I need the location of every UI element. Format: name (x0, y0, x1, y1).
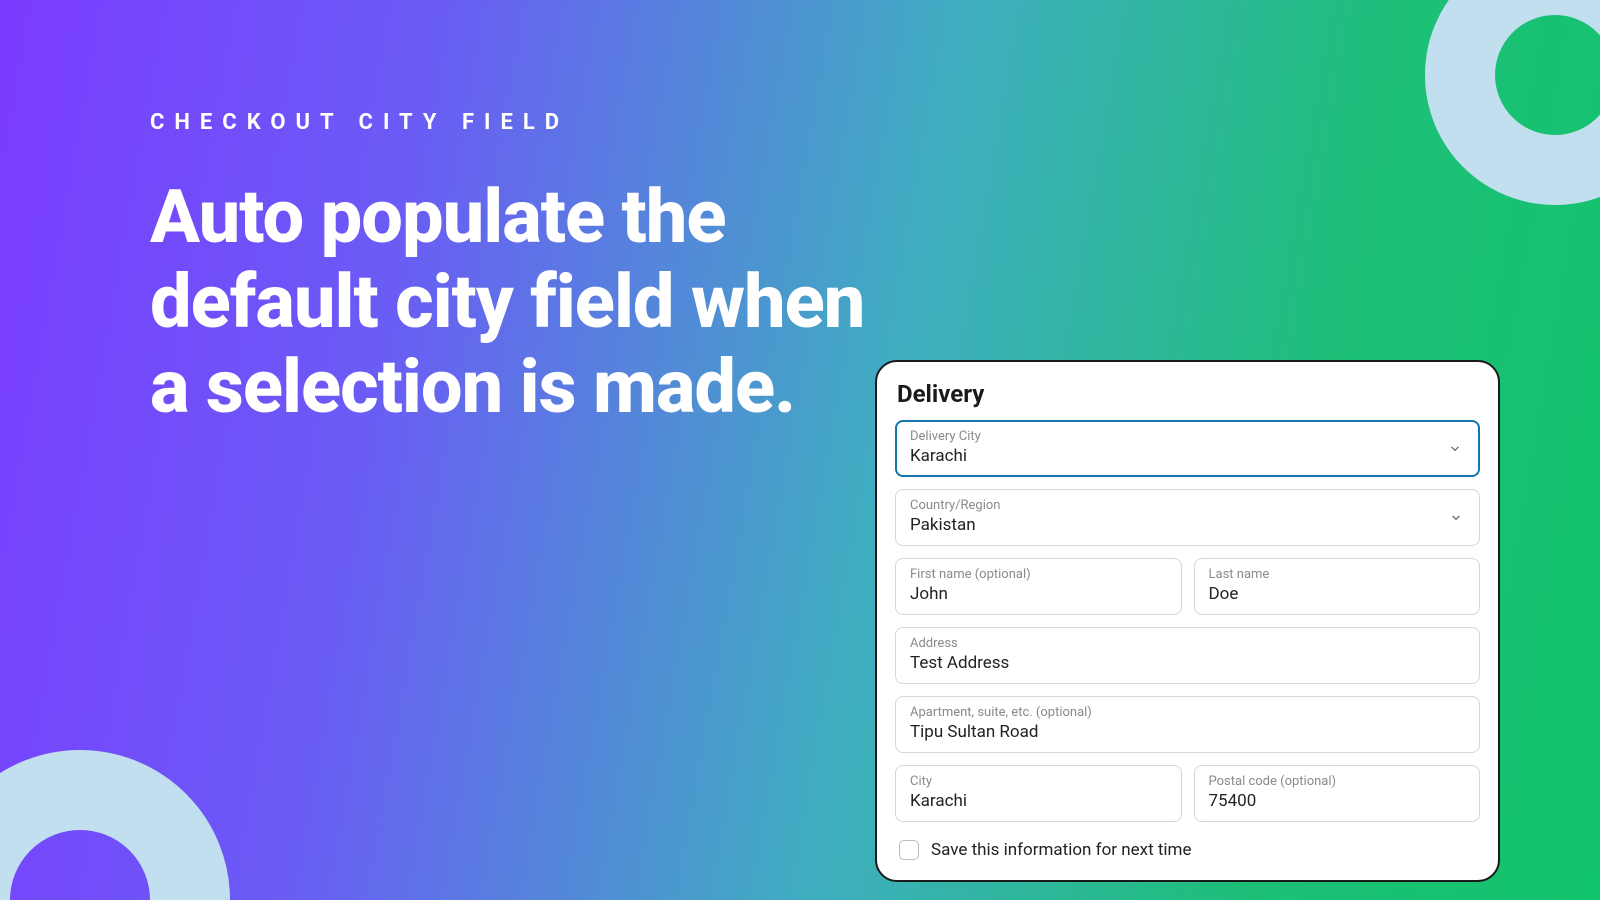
first-name-label: First name (optional) (910, 567, 1167, 582)
postal-value: 75400 (1209, 791, 1466, 811)
delivery-city-label: Delivery City (910, 429, 1465, 444)
marketing-copy: CHECKOUT CITY FIELD Auto populate the de… (150, 110, 870, 430)
address-value: Test Address (910, 653, 1465, 673)
delivery-city-select[interactable]: Delivery City Karachi (895, 420, 1480, 477)
headline-text: Auto populate the default city field whe… (150, 175, 870, 430)
decorative-ring-bottom-left (0, 750, 230, 900)
city-value: Karachi (910, 791, 1167, 811)
card-title: Delivery (897, 380, 1478, 408)
apartment-label: Apartment, suite, etc. (optional) (910, 705, 1465, 720)
decorative-ring-top-right (1425, 0, 1600, 205)
save-info-checkbox[interactable] (899, 840, 919, 860)
last-name-input[interactable]: Last name Doe (1194, 558, 1481, 615)
promo-stage: CHECKOUT CITY FIELD Auto populate the de… (0, 0, 1600, 900)
last-name-label: Last name (1209, 567, 1466, 582)
chevron-down-icon (1449, 509, 1463, 523)
last-name-value: Doe (1209, 584, 1466, 604)
first-name-value: John (910, 584, 1167, 604)
apartment-value: Tipu Sultan Road (910, 722, 1465, 742)
save-info-label: Save this information for next time (931, 840, 1191, 860)
postal-label: Postal code (optional) (1209, 774, 1466, 789)
delivery-form-card: Delivery Delivery City Karachi Country/R… (875, 360, 1500, 882)
delivery-city-value: Karachi (910, 446, 1465, 466)
country-value: Pakistan (910, 515, 1465, 535)
address-input[interactable]: Address Test Address (895, 627, 1480, 684)
country-label: Country/Region (910, 498, 1465, 513)
city-input[interactable]: City Karachi (895, 765, 1182, 822)
country-region-select[interactable]: Country/Region Pakistan (895, 489, 1480, 546)
eyebrow-text: CHECKOUT CITY FIELD (150, 110, 870, 135)
first-name-input[interactable]: First name (optional) John (895, 558, 1182, 615)
city-label: City (910, 774, 1167, 789)
postal-code-input[interactable]: Postal code (optional) 75400 (1194, 765, 1481, 822)
apartment-input[interactable]: Apartment, suite, etc. (optional) Tipu S… (895, 696, 1480, 753)
chevron-down-icon (1448, 440, 1462, 454)
address-label: Address (910, 636, 1465, 651)
save-info-row: Save this information for next time (895, 834, 1480, 862)
